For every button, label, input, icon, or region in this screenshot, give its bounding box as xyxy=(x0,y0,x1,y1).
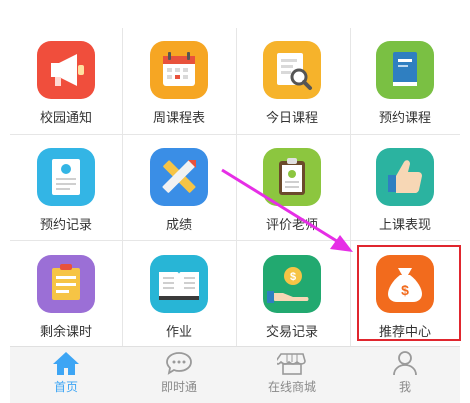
grid-item-label: 周课程表 xyxy=(152,111,205,126)
grid-item-remaining-hours[interactable]: 剩余课时 xyxy=(10,242,122,348)
store-icon xyxy=(277,353,306,375)
calendar-icon xyxy=(150,41,208,99)
open-book-icon xyxy=(150,255,208,313)
tab-label: 在线商城 xyxy=(267,380,316,394)
grid-item-label: 上课表现 xyxy=(378,218,431,233)
grid-item-label: 成绩 xyxy=(165,218,192,233)
document-search-icon xyxy=(263,41,321,99)
grid-item-today-courses[interactable]: 今日课程 xyxy=(236,28,348,134)
grid-item-label: 剩余课时 xyxy=(39,325,92,340)
grid-item-rate-teacher[interactable]: 评价老师 xyxy=(236,135,348,241)
grid-item-label: 交易记录 xyxy=(265,325,318,340)
chat-icon xyxy=(166,352,192,375)
tab-home[interactable]: 首页 xyxy=(10,347,122,403)
bottom-tab-bar: 首页 即时通 在线商城 我 xyxy=(10,346,460,403)
grid-item-label: 预约课程 xyxy=(378,111,431,126)
book-icon xyxy=(376,41,434,99)
tab-label: 首页 xyxy=(53,380,78,394)
megaphone-icon xyxy=(37,41,95,99)
grid-item-weekly-schedule[interactable]: 周课程表 xyxy=(123,28,235,134)
grid-item-homework[interactable]: 作业 xyxy=(123,242,235,348)
grid-item-grades[interactable]: 成绩 xyxy=(123,135,235,241)
grid-item-transactions[interactable]: $ 交易记录 xyxy=(236,242,348,348)
grid-item-label: 评价老师 xyxy=(265,218,318,233)
tab-me[interactable]: 我 xyxy=(349,347,461,403)
notepad-icon xyxy=(37,255,95,313)
grid-item-booking-records[interactable]: 预约记录 xyxy=(10,135,122,241)
grid-item-school-notice[interactable]: 校园通知 xyxy=(10,28,122,134)
svg-text:$: $ xyxy=(290,271,296,283)
home-icon xyxy=(53,352,79,375)
highlight-box xyxy=(357,245,461,341)
ruler-pencil-icon xyxy=(150,148,208,206)
grid-item-label: 校园通知 xyxy=(39,111,92,126)
grid-item-class-performance[interactable]: 上课表现 xyxy=(349,135,461,241)
grid-item-label: 预约记录 xyxy=(39,218,92,233)
coin-hand-icon: $ xyxy=(263,255,321,313)
clipboard-icon xyxy=(263,148,321,206)
thumbs-up-icon xyxy=(376,148,434,206)
grid-item-label: 作业 xyxy=(165,325,192,340)
tab-label: 即时通 xyxy=(160,380,197,394)
grid-item-book-courses[interactable]: 预约课程 xyxy=(349,28,461,134)
tab-label: 我 xyxy=(398,380,411,394)
grid-item-label: 今日课程 xyxy=(265,111,318,126)
user-icon xyxy=(393,351,417,376)
tab-instant-messaging[interactable]: 即时通 xyxy=(123,347,235,403)
tab-online-store[interactable]: 在线商城 xyxy=(236,347,348,403)
record-icon xyxy=(37,148,95,206)
